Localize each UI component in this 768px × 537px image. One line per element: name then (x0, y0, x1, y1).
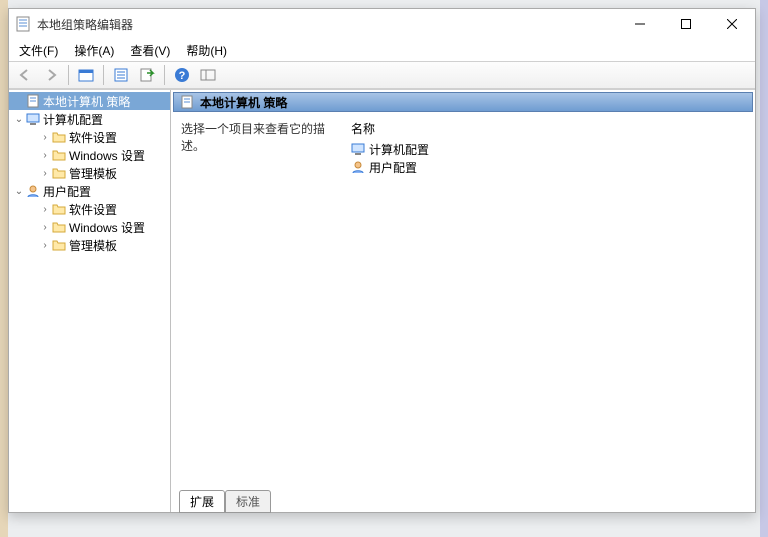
chevron-down-icon[interactable]: ⌄ (13, 186, 25, 197)
folder-icon (51, 219, 67, 235)
tree-user-software[interactable]: › 软件设置 (9, 200, 170, 218)
tree-label: 用户配置 (43, 183, 91, 200)
chevron-right-icon[interactable]: › (39, 222, 51, 233)
item-list: 名称 计算机配置 用户配置 (351, 120, 745, 482)
details-header-text: 本地计算机 策略 (200, 94, 287, 111)
computer-icon (351, 142, 365, 156)
app-icon (15, 16, 31, 32)
chevron-right-icon[interactable]: › (39, 168, 51, 179)
window-title: 本地组策略编辑器 (37, 16, 133, 33)
chevron-right-icon[interactable]: › (39, 204, 51, 215)
list-item-label: 用户配置 (369, 159, 417, 176)
menu-help[interactable]: 帮助(H) (186, 42, 227, 59)
export-button[interactable] (135, 64, 159, 86)
toolbar: ? (9, 61, 755, 89)
minimize-button[interactable] (617, 9, 663, 39)
tree-panel: 本地计算机 策略 ⌄ 计算机配置 › 软件设置 › Windows 设置 › 管… (9, 90, 171, 512)
folder-icon (51, 237, 67, 253)
tree-comp-admin[interactable]: › 管理模板 (9, 164, 170, 182)
tree-label: Windows 设置 (69, 219, 145, 236)
tree-label: 软件设置 (69, 201, 117, 218)
menu-action[interactable]: 操作(A) (74, 42, 114, 59)
show-hide-button[interactable] (196, 64, 220, 86)
tree-root[interactable]: 本地计算机 策略 (9, 92, 170, 110)
tree-label: 软件设置 (69, 129, 117, 146)
tree-user-windows[interactable]: › Windows 设置 (9, 218, 170, 236)
folder-icon (51, 129, 67, 145)
tree-user-config[interactable]: ⌄ 用户配置 (9, 182, 170, 200)
back-button[interactable] (13, 64, 37, 86)
svg-text:?: ? (179, 70, 186, 82)
tree-label: 管理模板 (69, 237, 117, 254)
menubar: 文件(F) 操作(A) 查看(V) 帮助(H) (9, 39, 755, 61)
gpedit-window: 本地组策略编辑器 文件(F) 操作(A) 查看(V) 帮助(H) ? 本地计算机… (8, 8, 756, 513)
details-header: 本地计算机 策略 (173, 92, 753, 112)
tree-label: 管理模板 (69, 165, 117, 182)
folder-icon (51, 201, 67, 217)
tree-comp-windows[interactable]: › Windows 设置 (9, 146, 170, 164)
list-item[interactable]: 计算机配置 (351, 140, 745, 158)
tree-user-admin[interactable]: › 管理模板 (9, 236, 170, 254)
tree-label: 本地计算机 策略 (43, 93, 130, 110)
menu-file[interactable]: 文件(F) (19, 42, 58, 59)
tabs: 扩展 标准 (171, 488, 755, 512)
maximize-button[interactable] (663, 9, 709, 39)
properties-button[interactable] (109, 64, 133, 86)
up-button[interactable] (74, 64, 98, 86)
tree-label: Windows 设置 (69, 147, 145, 164)
tree-label: 计算机配置 (43, 111, 103, 128)
forward-button[interactable] (39, 64, 63, 86)
policy-icon (25, 93, 41, 109)
user-icon (25, 183, 41, 199)
tree-computer-config[interactable]: ⌄ 计算机配置 (9, 110, 170, 128)
titlebar: 本地组策略编辑器 (9, 9, 755, 39)
computer-icon (25, 111, 41, 127)
tab-standard[interactable]: 标准 (225, 490, 271, 513)
list-item-label: 计算机配置 (369, 141, 429, 158)
description-text: 选择一个项目来查看它的描述。 (181, 120, 351, 482)
list-item[interactable]: 用户配置 (351, 158, 745, 176)
tree-comp-software[interactable]: › 软件设置 (9, 128, 170, 146)
chevron-right-icon[interactable]: › (39, 240, 51, 251)
details-panel: 本地计算机 策略 选择一个项目来查看它的描述。 名称 计算机配置 用户配置 (171, 90, 755, 512)
menu-view[interactable]: 查看(V) (130, 42, 170, 59)
close-button[interactable] (709, 9, 755, 39)
column-name[interactable]: 名称 (351, 120, 745, 140)
chevron-down-icon[interactable]: ⌄ (13, 114, 25, 125)
help-button[interactable]: ? (170, 64, 194, 86)
chevron-right-icon[interactable]: › (39, 132, 51, 143)
folder-icon (51, 147, 67, 163)
policy-icon (180, 95, 194, 109)
user-icon (351, 160, 365, 174)
folder-icon (51, 165, 67, 181)
chevron-right-icon[interactable]: › (39, 150, 51, 161)
tab-extended[interactable]: 扩展 (179, 490, 225, 513)
